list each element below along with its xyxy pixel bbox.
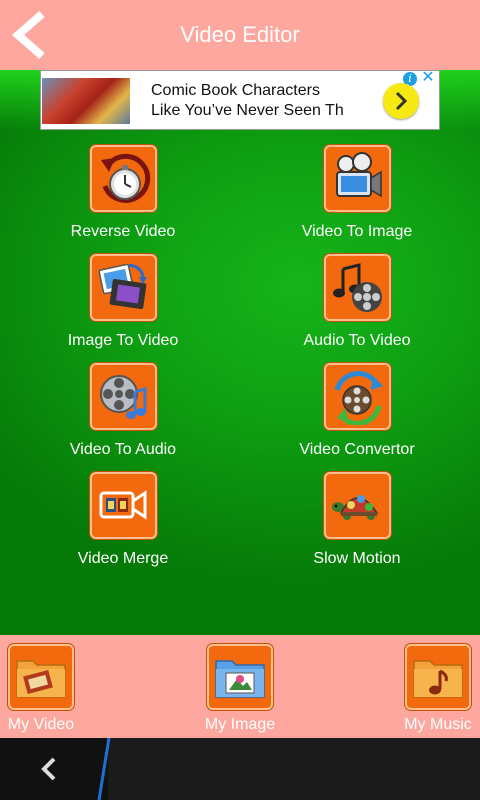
tool-video-convertor[interactable]: Video Convertor	[257, 363, 457, 473]
tool-video-merge[interactable]: Video Merge	[23, 472, 223, 582]
reel-convert-icon	[334, 371, 383, 425]
tool-icon-box	[324, 254, 391, 321]
tool-label: Video Merge	[77, 550, 169, 567]
tool-label: Slow Motion	[313, 550, 401, 567]
shortcut-my-music[interactable]: My Music	[393, 635, 480, 738]
ad-arrow-button[interactable]	[383, 83, 419, 119]
system-back-button[interactable]	[0, 738, 108, 800]
tool-label: Video To Audio	[69, 441, 177, 458]
stopwatch-icon	[101, 153, 151, 203]
tool-reverse-video[interactable]: Reverse Video	[23, 145, 223, 255]
turtle-icon	[332, 495, 379, 520]
tool-label: Video To Image	[301, 223, 413, 240]
shortcut-icon-box	[8, 644, 74, 710]
shortcut-icon-box	[405, 644, 471, 710]
video-folder-icon	[16, 660, 66, 698]
film-reel-music-icon	[100, 375, 147, 419]
tool-video-to-image[interactable]: Video To Image	[257, 145, 457, 255]
film-projector-icon	[336, 152, 382, 198]
tool-icon-box	[324, 363, 391, 430]
tool-video-to-audio[interactable]: Video To Audio	[23, 363, 223, 473]
tool-label: Image To Video	[67, 332, 179, 349]
tool-slow-motion[interactable]: Slow Motion	[257, 472, 457, 582]
app-header: Video Editor	[0, 0, 480, 70]
tool-label: Video Convertor	[299, 441, 415, 458]
chevron-right-icon	[395, 91, 408, 111]
image-folder-icon	[215, 660, 265, 698]
tool-audio-to-video[interactable]: Audio To Video	[257, 254, 457, 364]
tool-label: Audio To Video	[303, 332, 411, 349]
shortcut-my-video[interactable]: My Video	[0, 635, 86, 738]
system-navbar	[0, 738, 480, 800]
music-film-reel-icon	[333, 263, 382, 312]
tool-icon-box	[324, 145, 391, 212]
tool-label: Reverse Video	[70, 223, 176, 240]
main-area: Comic Book Characters Like You’ve Never …	[0, 70, 480, 635]
ad-image	[42, 78, 130, 124]
tool-icon-box	[324, 472, 391, 539]
ad-text: Comic Book Characters Like You’ve Never …	[151, 82, 344, 119]
shortcut-label: My Video	[7, 716, 75, 733]
chevron-left-icon	[41, 757, 56, 781]
shortcut-my-image[interactable]: My Image	[195, 635, 285, 738]
tool-icon-box	[90, 254, 157, 321]
shortcut-label: My Image	[204, 716, 276, 733]
close-icon[interactable]: ✕	[420, 70, 436, 86]
page-title: Video Editor	[180, 22, 300, 47]
tool-icon-box	[90, 363, 157, 430]
tool-image-to-video[interactable]: Image To Video	[23, 254, 223, 364]
tool-icon-box	[90, 145, 157, 212]
ad-banner[interactable]: Comic Book Characters Like You’ve Never …	[40, 70, 440, 130]
video-merge-icon	[99, 490, 147, 520]
image-to-video-icon	[98, 263, 147, 309]
navbar-divider	[97, 738, 111, 800]
shortcut-label: My Music	[404, 716, 472, 733]
bottom-shortcuts: My Video My Image My Music	[0, 635, 480, 738]
tool-icon-box	[90, 472, 157, 539]
music-folder-icon	[413, 660, 463, 698]
shortcut-icon-box	[207, 644, 273, 710]
